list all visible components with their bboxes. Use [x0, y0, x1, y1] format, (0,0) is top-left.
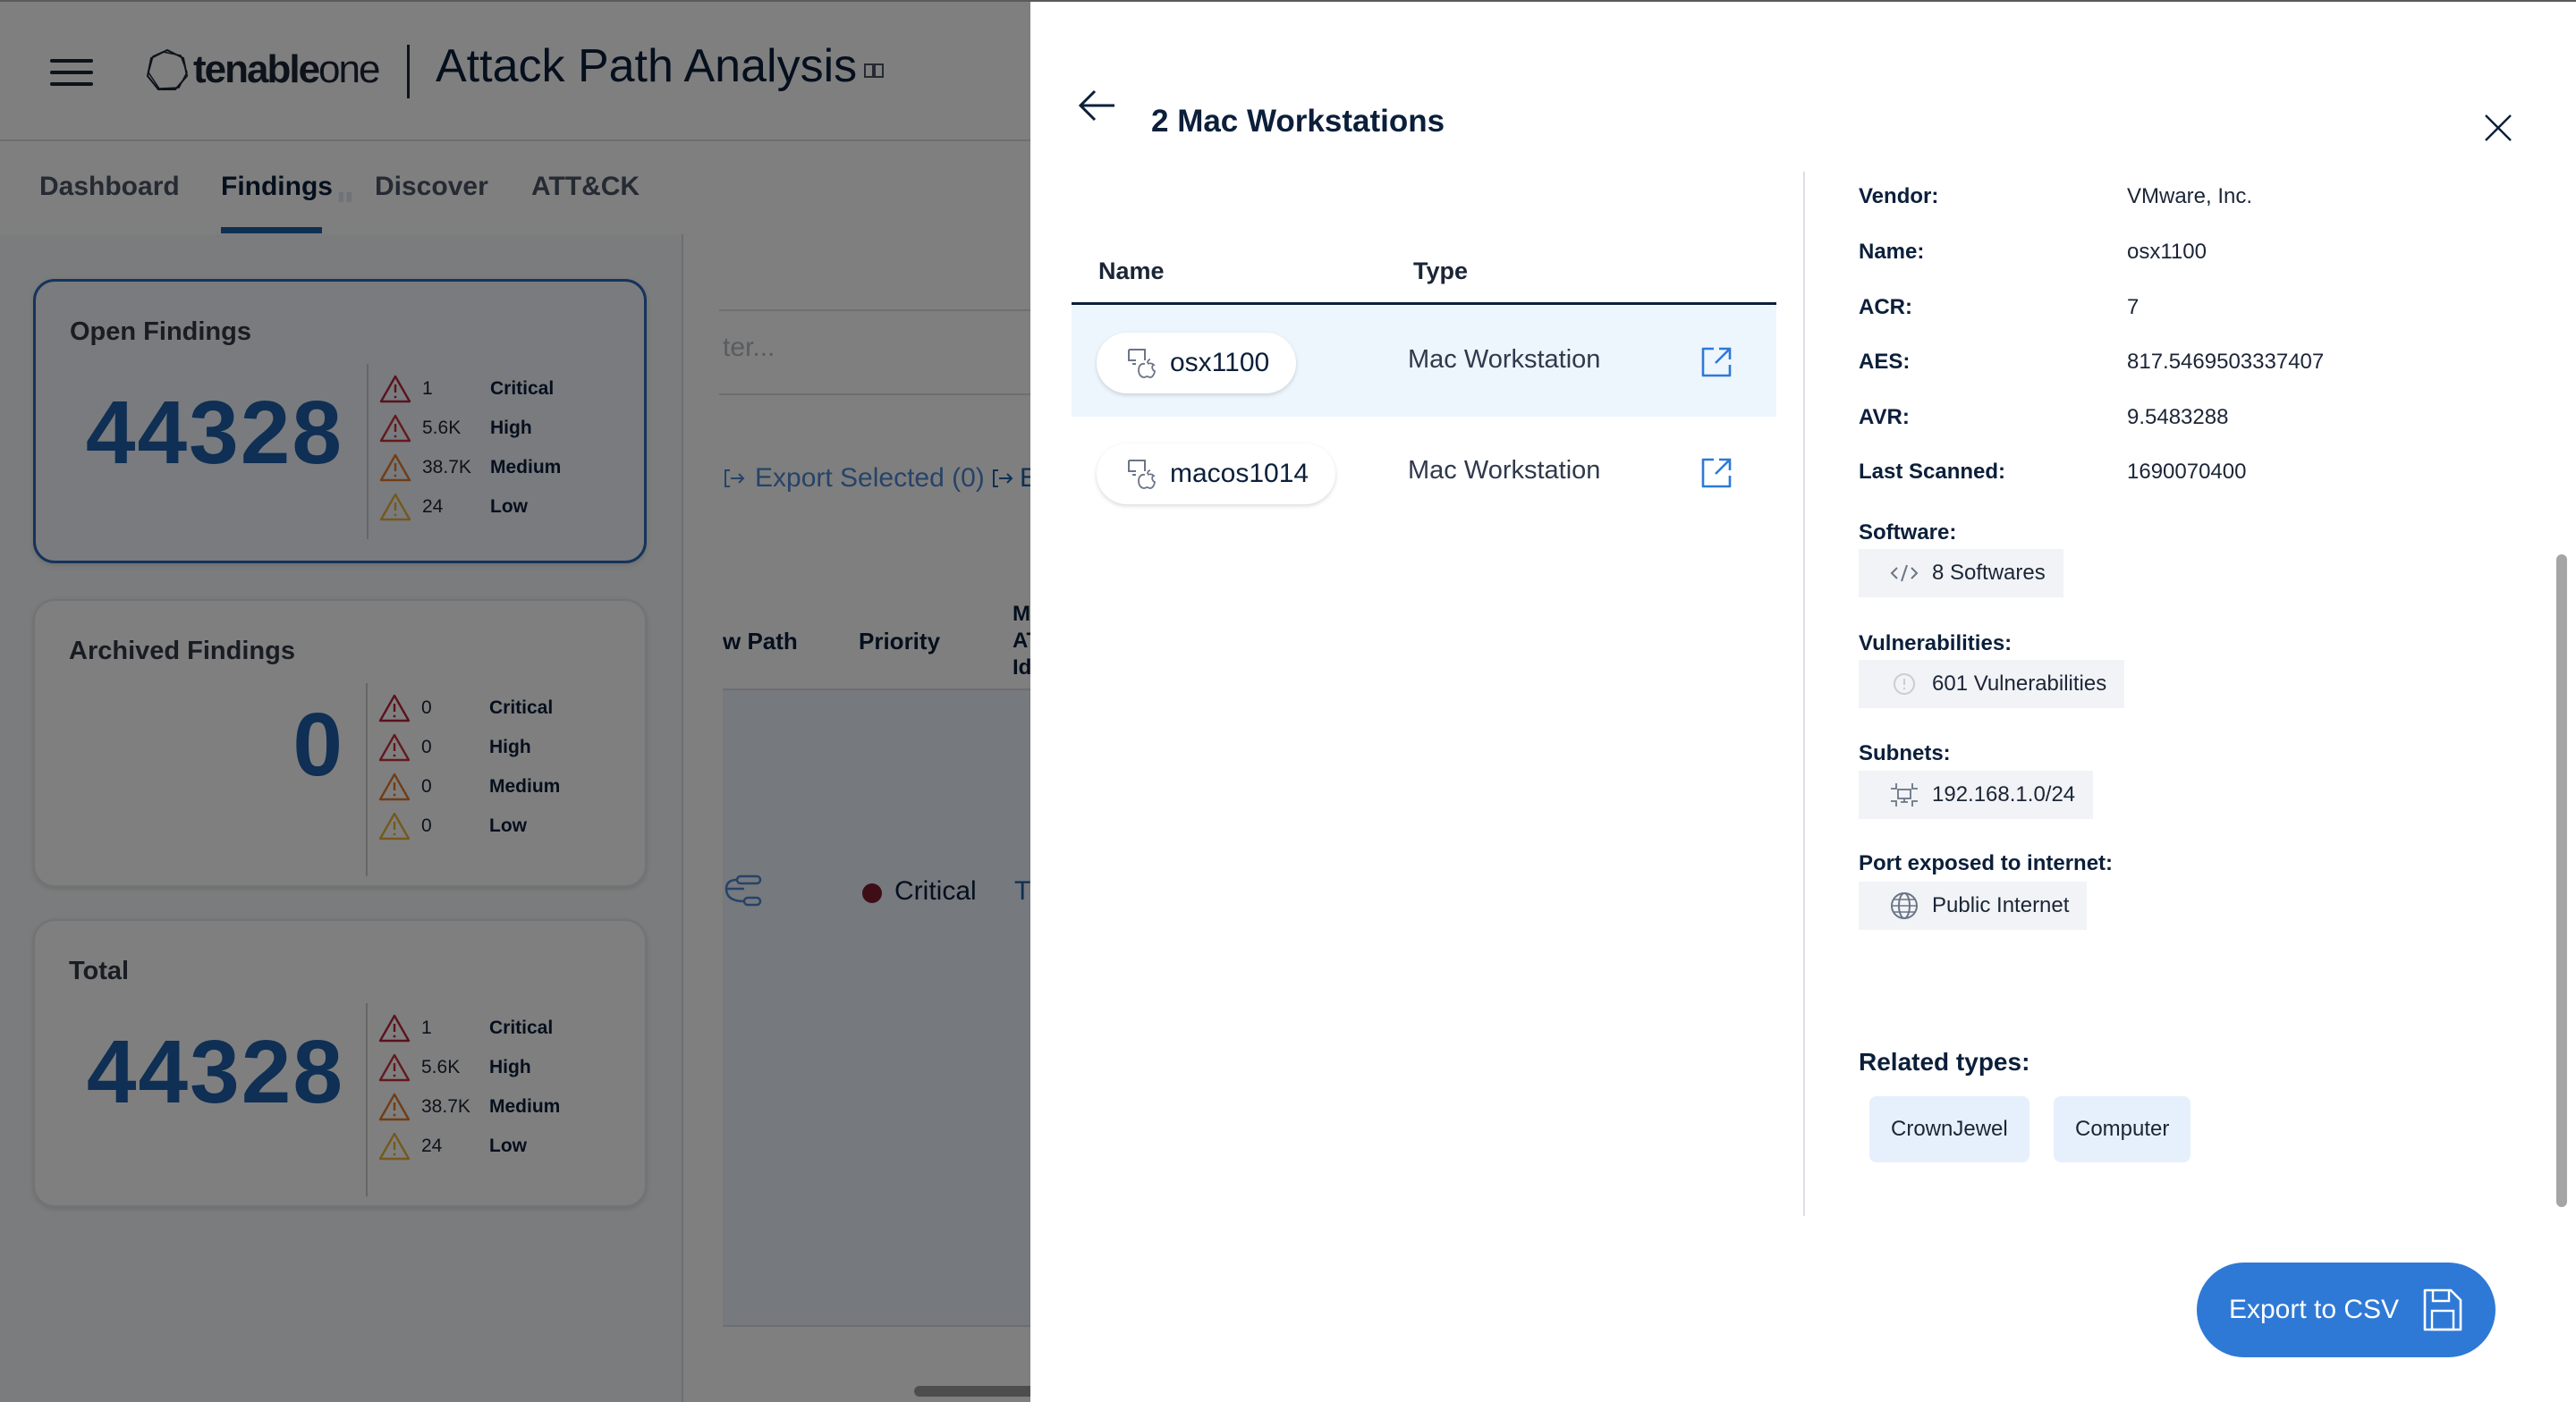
modal-overlay[interactable]: [0, 0, 1030, 1402]
mac-workstation-icon: [1128, 349, 1156, 378]
field-key: AVR:: [1859, 405, 1910, 429]
port-exposure-value: Public Internet: [1932, 893, 2070, 917]
close-icon[interactable]: [2483, 113, 2513, 143]
field-key: Vendor:: [1859, 184, 1939, 208]
external-link-icon[interactable]: [1699, 345, 1733, 379]
drawer-title: 2 Mac Workstations: [1151, 104, 1445, 139]
vulnerabilities-chip[interactable]: 601 Vulnerabilities: [1859, 660, 2125, 708]
subnets-label: Subnets:: [1859, 741, 1951, 765]
field-value: 1690070400: [2127, 460, 2247, 484]
vertical-scrollbar[interactable]: [2556, 554, 2567, 1207]
vulnerabilities-count: 601 Vulnerabilities: [1932, 671, 2107, 696]
field-key: AES:: [1859, 350, 1911, 374]
mac-workstation-icon: [1128, 460, 1156, 489]
field-key: ACR:: [1859, 295, 1912, 319]
code-icon: [1890, 564, 1919, 582]
arrow-left-icon[interactable]: [1077, 88, 1116, 123]
related-type-chip[interactable]: Computer: [2054, 1096, 2191, 1162]
alert-circle-icon: [1894, 673, 1915, 695]
field-value: osx1100: [2127, 240, 2207, 264]
column-header-type[interactable]: Type: [1413, 258, 1468, 285]
pane-divider: [1803, 172, 1805, 1216]
software-label: Software:: [1859, 520, 1957, 545]
asset-name: osx1100: [1170, 348, 1270, 377]
field-key: Last Scanned:: [1859, 460, 2006, 484]
external-link-icon[interactable]: [1699, 456, 1733, 490]
field-key: Name:: [1859, 240, 1925, 264]
port-exposed-label: Port exposed to internet:: [1859, 851, 2114, 875]
export-to-csv-button[interactable]: Export to CSV: [2197, 1263, 2496, 1357]
asset-row[interactable]: osx1100 Mac Workstation: [1072, 306, 1776, 417]
asset-type: Mac Workstation: [1408, 345, 1601, 374]
list-header-divider: [1072, 302, 1776, 305]
globe-icon: [1891, 892, 1918, 919]
field-value: 7: [2127, 295, 2140, 319]
subnet-chip[interactable]: 192.168.1.0/24: [1859, 771, 2094, 819]
vulnerabilities-label: Vulnerabilities:: [1859, 631, 2012, 655]
field-value: 817.5469503337407: [2127, 350, 2325, 374]
asset-details-drawer: 2 Mac Workstations Name Type osx1100 Mac…: [1030, 2, 2576, 1402]
asset-type: Mac Workstation: [1408, 456, 1601, 485]
software-chip[interactable]: 8 Softwares: [1859, 549, 2063, 597]
subnet-value: 192.168.1.0/24: [1932, 782, 2076, 807]
asset-name-pill[interactable]: macos1014: [1097, 443, 1336, 504]
column-header-name[interactable]: Name: [1098, 258, 1165, 285]
field-value: VMware, Inc.: [2127, 184, 2253, 208]
asset-name: macos1014: [1170, 459, 1309, 488]
save-icon: [2423, 1288, 2462, 1331]
related-types-label: Related types:: [1859, 1048, 2030, 1076]
subnet-icon: [1891, 783, 1918, 807]
related-type-chip[interactable]: CrownJewel: [1869, 1096, 2029, 1162]
asset-row[interactable]: macos1014 Mac Workstation: [1072, 417, 1776, 528]
field-value: 9.5483288: [2127, 405, 2229, 429]
software-count: 8 Softwares: [1932, 561, 2046, 585]
public-internet-chip[interactable]: Public Internet: [1859, 882, 2088, 930]
export-to-csv-label: Export to CSV: [2228, 1295, 2400, 1324]
asset-name-pill[interactable]: osx1100: [1097, 333, 1297, 393]
